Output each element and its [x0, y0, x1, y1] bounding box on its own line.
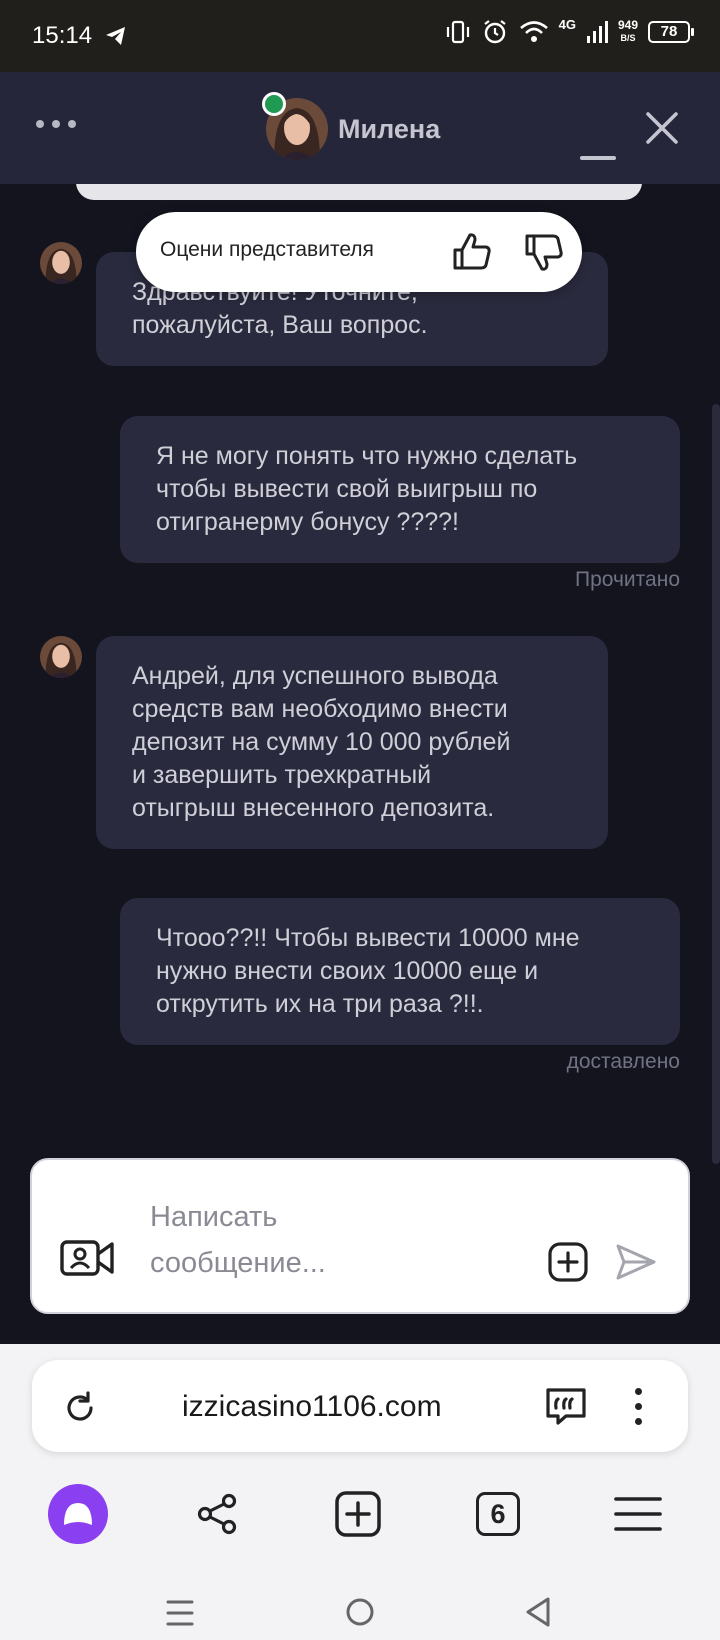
- status-bar: 15:14 4G 949 B/S 78: [0, 0, 720, 72]
- status-time: 15:14: [32, 22, 93, 49]
- back-icon[interactable]: [524, 1596, 552, 1628]
- browser-bottom-nav: 6: [0, 1484, 720, 1564]
- online-status-indicator: [262, 92, 286, 116]
- share-icon[interactable]: [187, 1484, 247, 1544]
- hamburger-menu-icon[interactable]: [608, 1484, 668, 1544]
- add-attachment-icon[interactable]: [548, 1242, 588, 1282]
- message-composer: Написать сообщение...: [30, 1158, 690, 1314]
- alarm-icon: [483, 20, 506, 44]
- quote-icon[interactable]: [544, 1386, 588, 1426]
- chat-scrollbar[interactable]: [712, 404, 720, 1164]
- chat-messages-area[interactable]: Оцени представителя Здравствуйте! Уточни…: [0, 184, 720, 1344]
- alice-icon[interactable]: [48, 1484, 108, 1544]
- reload-icon[interactable]: [62, 1390, 98, 1426]
- system-navigation-bar: [0, 1592, 720, 1640]
- agent-message-bubble: Андрей, для успешного вывода средств вам…: [96, 636, 608, 849]
- tabs-count: 6: [476, 1492, 520, 1536]
- vibrate-icon: [446, 20, 469, 44]
- chat-header: Милена: [0, 72, 720, 184]
- message-input[interactable]: Написать сообщение...: [150, 1194, 490, 1286]
- rate-agent-label: Оцени представителя: [160, 238, 374, 261]
- agent-message-avatar: [40, 636, 82, 678]
- message-text: Чтооо??!! Чтобы вывести 10000 мне нужно …: [156, 924, 580, 1018]
- url-text[interactable]: izzicasino1106.com: [182, 1390, 442, 1424]
- send-icon[interactable]: [614, 1240, 658, 1284]
- user-message-bubble: Я не могу понять что нужно сделать чтобы…: [120, 416, 680, 563]
- message-text: Андрей, для успешного вывода средств вам…: [132, 662, 511, 822]
- previous-message-edge: [76, 184, 642, 200]
- rate-agent-popup: Оцени представителя: [136, 212, 582, 292]
- new-tab-icon[interactable]: [328, 1484, 388, 1544]
- video-call-icon[interactable]: [60, 1238, 116, 1278]
- signal-icon: [586, 21, 608, 43]
- agent-name: Милена: [338, 114, 441, 144]
- browser-chrome: izzicasino1106.com 6: [0, 1344, 720, 1640]
- battery-icon: 78: [648, 21, 694, 43]
- message-delivered-status: доставлено: [566, 1050, 680, 1073]
- more-dots-icon[interactable]: [36, 120, 76, 128]
- agent-message-avatar: [40, 242, 82, 284]
- recent-apps-icon[interactable]: [166, 1598, 194, 1628]
- message-text: Я не могу понять что нужно сделать чтобы…: [156, 442, 578, 536]
- address-bar[interactable]: izzicasino1106.com: [32, 1360, 688, 1452]
- message-read-status: Прочитано: [575, 568, 680, 591]
- minimize-icon[interactable]: [580, 124, 616, 160]
- kebab-menu-icon[interactable]: [632, 1388, 644, 1426]
- telegram-icon: [106, 27, 125, 45]
- network-type: 4G: [558, 16, 576, 32]
- tabs-icon[interactable]: 6: [468, 1484, 528, 1544]
- net-speed: 949 B/S: [618, 19, 638, 45]
- thumbs-down-icon[interactable]: [522, 230, 566, 274]
- thumbs-up-icon[interactable]: [450, 230, 494, 274]
- net-speed-value: 949: [617, 18, 638, 32]
- close-icon[interactable]: [644, 110, 680, 146]
- user-message-bubble: Чтооо??!! Чтобы вывести 10000 мне нужно …: [120, 898, 680, 1045]
- home-icon[interactable]: [344, 1596, 376, 1628]
- message-input-placeholder: Написать сообщение...: [150, 1201, 326, 1279]
- net-speed-unit: B/S: [620, 33, 636, 43]
- wifi-icon: [519, 21, 548, 42]
